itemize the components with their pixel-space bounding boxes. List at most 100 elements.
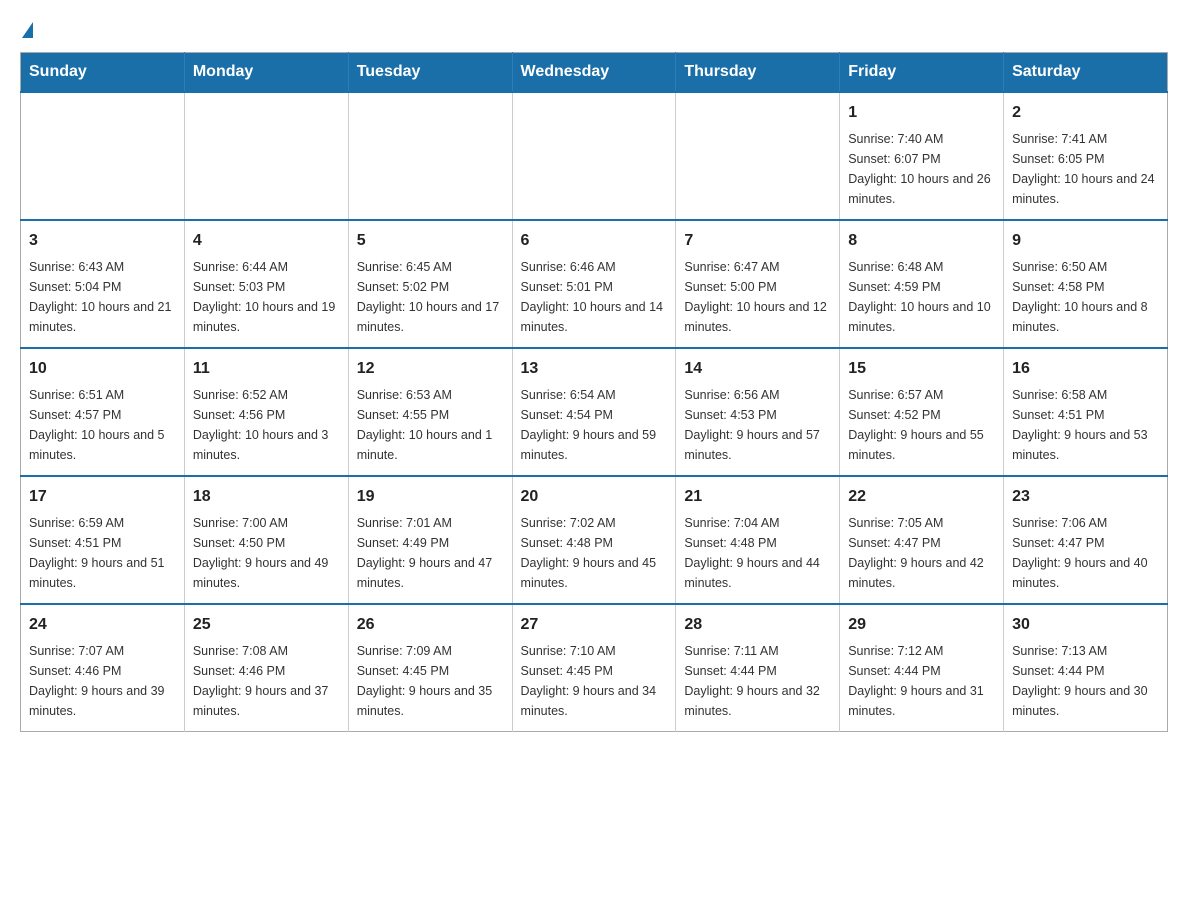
day-info: Sunrise: 6:45 AM Sunset: 5:02 PM Dayligh… [357,257,504,337]
day-header-saturday: Saturday [1004,53,1168,93]
day-number: 18 [193,485,340,509]
day-cell: 5 Sunrise: 6:45 AM Sunset: 5:02 PM Daylig… [348,220,512,348]
day-cell: 17 Sunrise: 6:59 AM Sunset: 4:51 PM Dayli… [21,476,185,604]
day-info: Sunrise: 7:13 AM Sunset: 4:44 PM Dayligh… [1012,641,1159,721]
day-number: 5 [357,229,504,253]
day-info: Sunrise: 7:05 AM Sunset: 4:47 PM Dayligh… [848,513,995,593]
day-info: Sunrise: 7:02 AM Sunset: 4:48 PM Dayligh… [521,513,668,593]
day-cell: 29 Sunrise: 7:12 AM Sunset: 4:44 PM Dayli… [840,604,1004,732]
day-info: Sunrise: 7:10 AM Sunset: 4:45 PM Dayligh… [521,641,668,721]
day-cell: 14 Sunrise: 6:56 AM Sunset: 4:53 PM Dayli… [676,348,840,476]
day-header-thursday: Thursday [676,53,840,93]
day-number: 4 [193,229,340,253]
calendar-table: SundayMondayTuesdayWednesdayThursdayFrid… [20,52,1168,732]
logo [20,20,33,36]
day-info: Sunrise: 6:51 AM Sunset: 4:57 PM Dayligh… [29,385,176,465]
day-cell: 18Sunrise: 7:00 AM Sunset: 4:50 PM Dayli… [184,476,348,604]
day-cell: 21Sunrise: 7:04 AM Sunset: 4:48 PM Dayli… [676,476,840,604]
day-cell: 19 Sunrise: 7:01 AM Sunset: 4:49 PM Dayli… [348,476,512,604]
day-cell [21,92,185,220]
day-number: 29 [848,613,995,637]
day-info: Sunrise: 7:08 AM Sunset: 4:46 PM Dayligh… [193,641,340,721]
day-cell [184,92,348,220]
day-info: Sunrise: 6:53 AM Sunset: 4:55 PM Dayligh… [357,385,504,465]
day-info: Sunrise: 6:48 AM Sunset: 4:59 PM Dayligh… [848,257,995,337]
header [20,20,1168,36]
day-cell: 22 Sunrise: 7:05 AM Sunset: 4:47 PM Dayli… [840,476,1004,604]
day-number: 24 [29,613,176,637]
day-info: Sunrise: 7:41 AM Sunset: 6:05 PM Dayligh… [1012,129,1159,209]
calendar-body: 1 Sunrise: 7:40 AM Sunset: 6:07 PM Daylig… [21,92,1168,732]
day-info: Sunrise: 7:01 AM Sunset: 4:49 PM Dayligh… [357,513,504,593]
day-info: Sunrise: 7:40 AM Sunset: 6:07 PM Dayligh… [848,129,995,209]
day-number: 27 [521,613,668,637]
day-cell [348,92,512,220]
day-number: 28 [684,613,831,637]
day-number: 16 [1012,357,1159,381]
day-number: 17 [29,485,176,509]
day-cell: 12 Sunrise: 6:53 AM Sunset: 4:55 PM Dayli… [348,348,512,476]
day-info: Sunrise: 6:58 AM Sunset: 4:51 PM Dayligh… [1012,385,1159,465]
day-cell: 30 Sunrise: 7:13 AM Sunset: 4:44 PM Dayli… [1004,604,1168,732]
calendar-header: SundayMondayTuesdayWednesdayThursdayFrid… [21,53,1168,93]
day-info: Sunrise: 7:12 AM Sunset: 4:44 PM Dayligh… [848,641,995,721]
day-info: Sunrise: 6:47 AM Sunset: 5:00 PM Dayligh… [684,257,831,337]
days-of-week-row: SundayMondayTuesdayWednesdayThursdayFrid… [21,53,1168,93]
day-number: 7 [684,229,831,253]
week-row-4: 17 Sunrise: 6:59 AM Sunset: 4:51 PM Dayli… [21,476,1168,604]
day-number: 25 [193,613,340,637]
day-number: 1 [848,101,995,125]
day-cell: 25 Sunrise: 7:08 AM Sunset: 4:46 PM Dayli… [184,604,348,732]
day-number: 14 [684,357,831,381]
day-header-wednesday: Wednesday [512,53,676,93]
day-cell: 15Sunrise: 6:57 AM Sunset: 4:52 PM Dayli… [840,348,1004,476]
day-number: 13 [521,357,668,381]
day-info: Sunrise: 6:43 AM Sunset: 5:04 PM Dayligh… [29,257,176,337]
day-number: 22 [848,485,995,509]
day-info: Sunrise: 6:44 AM Sunset: 5:03 PM Dayligh… [193,257,340,337]
week-row-3: 10Sunrise: 6:51 AM Sunset: 4:57 PM Dayli… [21,348,1168,476]
week-row-5: 24 Sunrise: 7:07 AM Sunset: 4:46 PM Dayli… [21,604,1168,732]
day-number: 30 [1012,613,1159,637]
day-info: Sunrise: 7:11 AM Sunset: 4:44 PM Dayligh… [684,641,831,721]
day-info: Sunrise: 6:46 AM Sunset: 5:01 PM Dayligh… [521,257,668,337]
day-number: 23 [1012,485,1159,509]
day-info: Sunrise: 7:09 AM Sunset: 4:45 PM Dayligh… [357,641,504,721]
day-number: 19 [357,485,504,509]
day-cell: 27 Sunrise: 7:10 AM Sunset: 4:45 PM Dayli… [512,604,676,732]
day-info: Sunrise: 7:07 AM Sunset: 4:46 PM Dayligh… [29,641,176,721]
day-cell: 28 Sunrise: 7:11 AM Sunset: 4:44 PM Dayli… [676,604,840,732]
day-cell: 16 Sunrise: 6:58 AM Sunset: 4:51 PM Dayli… [1004,348,1168,476]
day-info: Sunrise: 6:52 AM Sunset: 4:56 PM Dayligh… [193,385,340,465]
day-cell: 3 Sunrise: 6:43 AM Sunset: 5:04 PM Daylig… [21,220,185,348]
logo-arrow-icon [22,22,33,38]
day-cell: 24 Sunrise: 7:07 AM Sunset: 4:46 PM Dayli… [21,604,185,732]
day-header-sunday: Sunday [21,53,185,93]
day-info: Sunrise: 6:54 AM Sunset: 4:54 PM Dayligh… [521,385,668,465]
day-number: 9 [1012,229,1159,253]
day-number: 15 [848,357,995,381]
day-cell: 1 Sunrise: 7:40 AM Sunset: 6:07 PM Daylig… [840,92,1004,220]
day-info: Sunrise: 7:06 AM Sunset: 4:47 PM Dayligh… [1012,513,1159,593]
day-cell: 2Sunrise: 7:41 AM Sunset: 6:05 PM Daylig… [1004,92,1168,220]
day-number: 3 [29,229,176,253]
day-number: 8 [848,229,995,253]
day-cell: 20 Sunrise: 7:02 AM Sunset: 4:48 PM Dayli… [512,476,676,604]
day-info: Sunrise: 7:04 AM Sunset: 4:48 PM Dayligh… [684,513,831,593]
day-number: 12 [357,357,504,381]
day-cell [676,92,840,220]
day-info: Sunrise: 6:59 AM Sunset: 4:51 PM Dayligh… [29,513,176,593]
day-info: Sunrise: 6:56 AM Sunset: 4:53 PM Dayligh… [684,385,831,465]
day-header-tuesday: Tuesday [348,53,512,93]
day-number: 6 [521,229,668,253]
day-number: 20 [521,485,668,509]
day-cell: 6 Sunrise: 6:46 AM Sunset: 5:01 PM Daylig… [512,220,676,348]
day-cell: 4 Sunrise: 6:44 AM Sunset: 5:03 PM Daylig… [184,220,348,348]
day-cell: 11 Sunrise: 6:52 AM Sunset: 4:56 PM Dayli… [184,348,348,476]
week-row-1: 1 Sunrise: 7:40 AM Sunset: 6:07 PM Daylig… [21,92,1168,220]
day-cell: 13 Sunrise: 6:54 AM Sunset: 4:54 PM Dayli… [512,348,676,476]
day-cell [512,92,676,220]
day-number: 11 [193,357,340,381]
day-header-monday: Monday [184,53,348,93]
day-number: 26 [357,613,504,637]
